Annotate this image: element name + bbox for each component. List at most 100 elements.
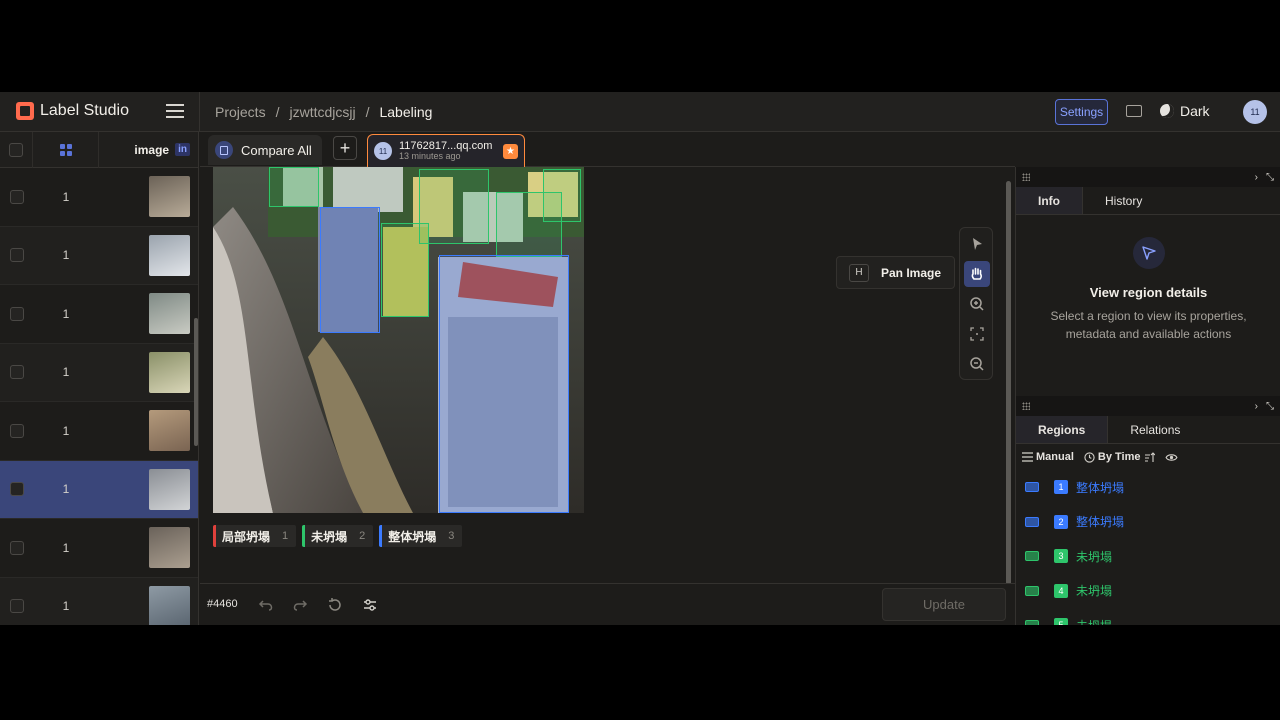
- row-checkbox[interactable]: [9, 599, 24, 614]
- column-header-image[interactable]: image: [134, 143, 169, 157]
- image-thumbnail: [149, 527, 190, 569]
- breadcrumb-projects[interactable]: Projects: [215, 104, 266, 120]
- user-avatar[interactable]: 11: [1243, 100, 1267, 124]
- annotation-tabs: Compare All + 11 11762817...qq.com 13 mi…: [200, 132, 1015, 167]
- tooltip-label: Pan Image: [881, 265, 942, 280]
- theme-label: Dark: [1180, 103, 1210, 119]
- region-item[interactable]: 2 整体坍塌: [1016, 505, 1280, 540]
- image-thumbnail: [149, 410, 190, 452]
- clock-icon: [1084, 451, 1095, 463]
- region-item[interactable]: 4 未坍塌: [1016, 574, 1280, 609]
- tab-info[interactable]: Info: [1016, 187, 1083, 214]
- add-annotation-button[interactable]: +: [333, 136, 357, 160]
- label-total-collapse[interactable]: 整体坍塌 3: [379, 525, 463, 547]
- table-row[interactable]: 1: [0, 285, 198, 344]
- settings-button[interactable]: Settings: [1055, 99, 1108, 125]
- table-row[interactable]: 1: [0, 226, 198, 285]
- region-box[interactable]: [543, 169, 581, 222]
- task-list: image in 1 1 1 1 1 1 1 1: [0, 131, 199, 625]
- app-logo[interactable]: Label Studio: [16, 102, 129, 120]
- table-row[interactable]: 1: [0, 519, 198, 578]
- pan-image-tooltip: H Pan Image: [836, 256, 955, 289]
- menu-icon[interactable]: [166, 104, 184, 120]
- row-checkbox[interactable]: [9, 248, 24, 263]
- regions-panel-header: › ⤡: [1016, 396, 1280, 416]
- task-image[interactable]: [213, 167, 584, 513]
- label-partial-collapse[interactable]: 局部坍塌 1: [213, 525, 297, 547]
- table-row[interactable]: 1: [0, 343, 198, 402]
- eye-icon[interactable]: [1164, 453, 1178, 462]
- breadcrumb-current: Labeling: [379, 104, 433, 120]
- region-number: 4: [1054, 583, 1068, 598]
- settings-sliders-icon[interactable]: [361, 596, 379, 614]
- table-row[interactable]: 1: [0, 460, 198, 519]
- region-box[interactable]: [320, 207, 380, 333]
- annotation-tab[interactable]: 11 11762817...qq.com 13 minutes ago ★: [367, 134, 525, 167]
- pointer-icon[interactable]: [964, 231, 990, 257]
- redo-icon[interactable]: [291, 596, 309, 614]
- collapse-panel-icon[interactable]: ›: [1255, 401, 1258, 412]
- drag-handle-icon[interactable]: [1022, 402, 1030, 410]
- rectangle-icon: [1025, 620, 1039, 625]
- row-number: 1: [62, 248, 70, 263]
- label-not-collapsed[interactable]: 未坍塌 2: [302, 525, 374, 547]
- tab-history[interactable]: History: [1083, 187, 1164, 214]
- region-item[interactable]: 1 整体坍塌: [1016, 470, 1280, 505]
- theme-toggle[interactable]: Dark: [1160, 103, 1210, 119]
- region-item[interactable]: 3 未坍塌: [1016, 539, 1280, 574]
- row-checkbox[interactable]: [9, 306, 24, 321]
- row-checkbox[interactable]: [9, 365, 24, 380]
- rectangle-icon: [1025, 585, 1039, 596]
- ground-truth-star-icon[interactable]: ★: [503, 144, 518, 159]
- table-row[interactable]: 1: [0, 402, 198, 461]
- collapse-panel-icon[interactable]: ›: [1255, 172, 1258, 183]
- app-name: Label Studio: [40, 102, 129, 119]
- zoom-in-icon[interactable]: [964, 291, 990, 317]
- row-checkbox[interactable]: [9, 423, 24, 438]
- regions-toolbar: Manual By Time: [1016, 444, 1280, 470]
- row-checkbox[interactable]: [9, 540, 24, 555]
- table-row[interactable]: 1: [0, 577, 198, 625]
- region-item[interactable]: 5 未坍塌: [1016, 608, 1280, 625]
- breadcrumb-project[interactable]: jzwttcdjcsjj: [289, 104, 355, 120]
- grid-icon[interactable]: [59, 143, 72, 156]
- label-hotkey: 1: [282, 530, 289, 542]
- tab-regions[interactable]: Regions: [1016, 416, 1109, 443]
- reset-icon[interactable]: [326, 596, 344, 614]
- select-all-checkbox[interactable]: [9, 142, 23, 157]
- sort-by-time-button[interactable]: By Time: [1084, 451, 1155, 463]
- list-scrollbar[interactable]: [194, 318, 198, 446]
- row-checkbox[interactable]: [9, 189, 24, 204]
- table-row[interactable]: 1: [0, 168, 198, 227]
- sort-manual-label: Manual: [1036, 451, 1074, 463]
- hand-icon[interactable]: [964, 261, 990, 287]
- region-box[interactable]: [419, 169, 489, 244]
- region-number: 5: [1054, 618, 1068, 625]
- row-number: 1: [62, 306, 70, 321]
- region-label: 整体坍塌: [1076, 515, 1125, 530]
- label-studio-logo-icon: [16, 102, 34, 120]
- top-bar: Label Studio Projects / jzwttcdjcsjj / L…: [0, 92, 1280, 132]
- row-number: 1: [62, 189, 70, 204]
- fit-icon[interactable]: [964, 321, 990, 347]
- sort-manual-button[interactable]: Manual: [1022, 451, 1074, 463]
- expand-panel-icon[interactable]: ⤡: [1266, 172, 1274, 183]
- keyboard-icon[interactable]: [1126, 105, 1142, 117]
- expand-panel-icon[interactable]: ⤡: [1266, 401, 1274, 412]
- region-box[interactable]: [439, 255, 569, 513]
- image-thumbnail: [149, 351, 190, 393]
- tab-relations[interactable]: Relations: [1108, 416, 1202, 443]
- label-text: 局部坍塌: [222, 529, 271, 544]
- canvas-scrollbar[interactable]: [1006, 181, 1011, 585]
- row-checkbox[interactable]: [9, 482, 24, 497]
- update-button[interactable]: Update: [882, 588, 1006, 621]
- compare-all-tab[interactable]: Compare All: [208, 135, 322, 165]
- drag-handle-icon[interactable]: [1022, 173, 1030, 181]
- region-box[interactable]: [269, 167, 319, 207]
- zoom-out-icon[interactable]: [964, 351, 990, 377]
- region-box[interactable]: [381, 223, 429, 317]
- image-thumbnail: [149, 176, 190, 218]
- undo-icon[interactable]: [257, 596, 275, 614]
- info-empty-state: View region details Select a region to v…: [1016, 215, 1280, 396]
- labeling-canvas[interactable]: H Pan Image 局部坍塌 1 未坍塌 2 整体坍塌 3: [200, 167, 1015, 585]
